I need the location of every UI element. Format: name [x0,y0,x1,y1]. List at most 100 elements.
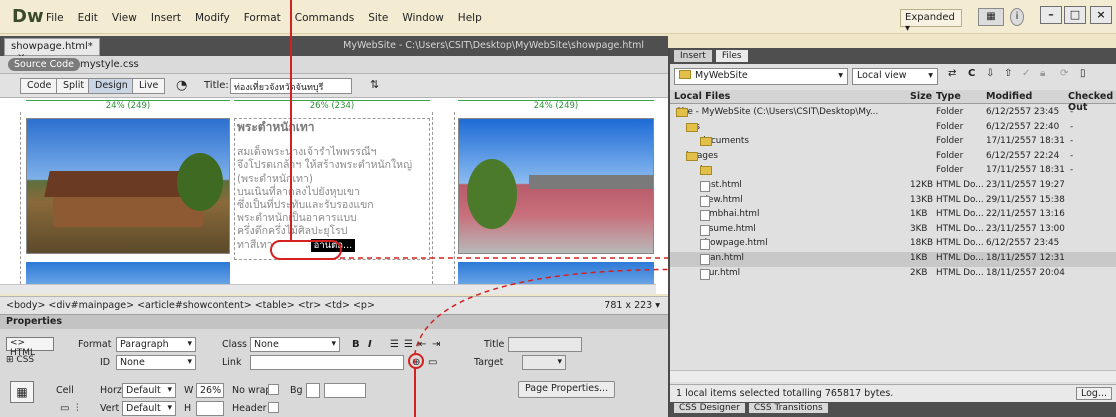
height-input[interactable] [196,401,224,416]
folder-icon [679,70,691,79]
file-modified: 18/11/2557 20:04 [986,267,1065,278]
check-in-icon[interactable]: 🔒︎ [1040,68,1045,86]
tab-insert[interactable]: Insert [674,50,712,62]
file-row[interactable]: tour.html 2KB HTML Do... 18/11/2557 20:04 [670,267,1116,282]
file-row[interactable]: js Folder 17/11/2557 18:31- [670,164,1116,179]
tab-files[interactable]: Files [715,50,748,62]
content-cell[interactable]: พระตำหนักเทา สมเด็จพระนางเจ้ารำไพพรรณีฯ … [234,118,430,260]
file-name-cell: +css [686,122,700,132]
split-view-button[interactable]: Split [56,78,92,94]
folder-icon [686,151,698,161]
css-mode-button[interactable]: ⊞ CSS [6,355,34,365]
col-type[interactable]: Type [936,91,961,102]
source-code-button[interactable]: Source Code [8,58,80,71]
horz-select[interactable]: Default [122,383,176,398]
file-row[interactable]: plew.html 13KB HTML Do... 29/11/2557 15:38 [670,194,1116,209]
tab-css-designer[interactable]: CSS Designer [674,403,745,413]
menu-edit[interactable]: Edit [78,12,98,24]
file-management-icon[interactable]: ⇅ [370,78,379,91]
menu-commands[interactable]: Commands [295,12,354,24]
design-view-button[interactable]: Design [88,78,135,94]
refresh-icon[interactable]: C [968,68,975,86]
file-row[interactable]: suan.html 1KB HTML Do... 18/11/2557 12:31 [670,252,1116,267]
document-tab[interactable]: showpage.html* × [4,38,100,63]
house-photo-left[interactable] [26,118,230,254]
split-cell-icon[interactable]: ⫶ [76,403,79,414]
files-horizontal-scrollbar[interactable] [670,370,1116,382]
menu-format[interactable]: Format [244,12,281,24]
menu-view[interactable]: View [112,12,137,24]
file-type: HTML Do... [936,223,984,234]
photo-wall [53,197,203,227]
file-modified: 17/11/2557 18:31 [986,136,1065,147]
horz-label: Horz [100,385,122,396]
file-checked-out: - [1070,136,1074,147]
cell-label: Cell [56,385,74,396]
content-heading: พระตำหนักเทา [237,120,315,134]
file-modified: 18/11/2557 12:31 [986,253,1065,263]
file-row[interactable]: resume.html 3KB HTML Do... 23/11/2557 13:00 [670,223,1116,238]
log-button[interactable]: Log... [1075,387,1112,400]
format-select[interactable]: Paragraph [116,337,196,352]
menu-modify[interactable]: Modify [195,12,230,24]
menu-window[interactable]: Window [402,12,443,24]
file-type: HTML Do... [936,209,984,220]
related-file-css[interactable]: mystyle.css [80,59,139,70]
expand-panel-icon[interactable]: ▯ [1080,68,1086,86]
content-line: ครึ่งตึกครึ่งไม้ศิลปะยุโรป [237,225,348,238]
get-files-icon[interactable]: ⇩ [986,68,994,86]
file-type: HTML Do... [936,267,984,278]
file-row[interactable]: past.html 12KB HTML Do... 23/11/2557 19:27 [670,179,1116,194]
workspace-switcher[interactable]: Expanded ▾ [900,9,962,34]
menu-file[interactable]: File [46,12,64,24]
extensions-icon[interactable]: ▦ [978,8,1004,26]
class-select[interactable]: None [250,337,340,352]
file-name-cell: rambhai.html [700,209,759,222]
merge-cells-icon[interactable]: ▭ [60,403,69,414]
file-row[interactable]: −Site - MyWebSite (C:\Users\CSIT\Desktop… [670,106,1116,121]
table-border [20,112,21,294]
globe-icon[interactable]: ◔ [176,78,187,93]
file-row[interactable]: +css Folder 6/12/2557 22:40- [670,121,1116,136]
page-properties-button[interactable]: Page Properties... [518,381,616,398]
menu-insert[interactable]: Insert [151,12,181,24]
file-row[interactable]: showpage.html 18KB HTML Do... 6/12/2557 23:… [670,237,1116,252]
maximize-button[interactable]: □ [1064,6,1086,24]
content-line: พระตำหนักเป็นอาคารแบบ [237,212,357,225]
check-out-icon[interactable]: ✓ [1022,68,1030,86]
menu-help[interactable]: Help [458,12,482,24]
connect-icon[interactable]: ⇄ [948,68,956,86]
col-local-files[interactable]: Local Files [674,91,730,102]
dreamweaver-window: Dw File Edit View Insert Modify Format C… [0,0,1116,417]
tag-path[interactable]: <body> <div#mainpage> <article#showconte… [6,300,375,311]
house-photo-right[interactable] [458,118,654,254]
file-type: HTML Do... [936,238,984,249]
file-row[interactable]: documents Folder 17/11/2557 18:31- [670,135,1116,150]
col-modified[interactable]: Modified [986,91,1032,102]
code-view-button[interactable]: Code [20,78,59,94]
sync-icon[interactable]: ⟳ [1060,68,1068,86]
file-name-cell: −Site - MyWebSite (C:\Users\CSIT\Desktop… [676,107,878,117]
minimize-button[interactable]: – [1040,6,1062,24]
tab-css-transitions[interactable]: CSS Transitions [748,403,828,413]
close-window-button[interactable]: × [1090,6,1112,24]
col-size[interactable]: Size [910,91,932,102]
bg-color-swatch[interactable] [306,383,320,398]
file-row[interactable]: +images Folder 6/12/2557 22:24- [670,150,1116,165]
put-files-icon[interactable]: ⇧ [1004,68,1012,86]
info-icon[interactable]: i [1010,8,1024,26]
vert-select[interactable]: Default [122,401,176,416]
view-select[interactable]: Local view [852,68,938,85]
html-mode-button[interactable]: <> HTML [6,337,54,358]
file-checked-out: - [1070,121,1074,132]
file-row[interactable]: rambhai.html 1KB HTML Do... 22/11/2557 13:1… [670,208,1116,223]
nowrap-checkbox[interactable] [268,384,279,395]
width-input[interactable]: 26% [196,383,224,398]
column-ruler-3: 24% (249) [458,100,654,111]
site-select[interactable]: MyWebSite [674,68,848,85]
id-select[interactable]: None [116,355,196,370]
live-view-button[interactable]: Live [132,78,166,94]
header-checkbox[interactable] [268,402,279,413]
bg-color-input[interactable] [324,383,366,398]
menu-site[interactable]: Site [368,12,388,24]
